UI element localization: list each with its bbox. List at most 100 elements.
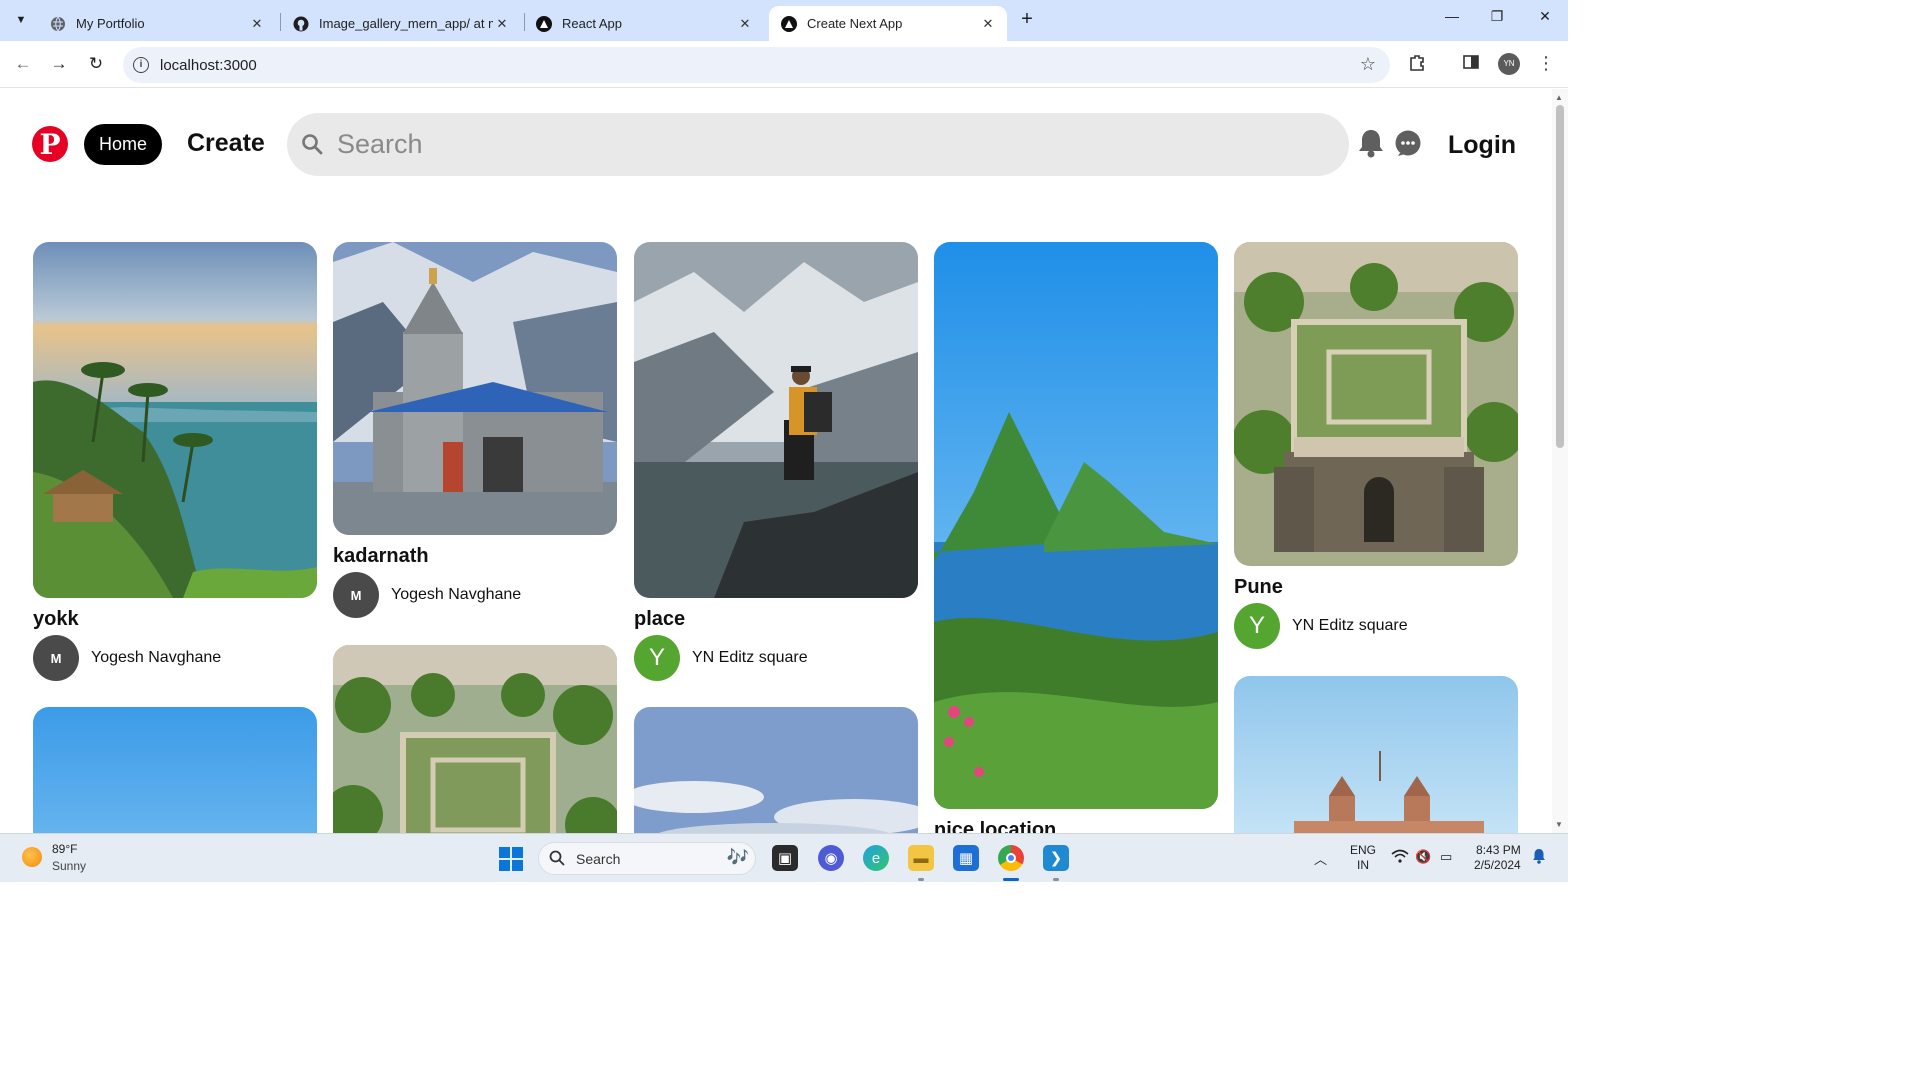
pin-author[interactable]: M Yogesh Navghane — [333, 572, 617, 618]
pin-image[interactable] — [333, 242, 617, 535]
github-icon — [293, 16, 309, 32]
avatar[interactable]: M — [33, 635, 79, 681]
pin-card[interactable]: yokk M Yogesh Navghane — [33, 242, 317, 681]
pin-card[interactable] — [33, 707, 317, 833]
close-tab-icon[interactable]: ✕ — [493, 16, 511, 32]
avatar[interactable]: M — [333, 572, 379, 618]
scrollbar-thumb[interactable] — [1556, 105, 1564, 448]
pin-image[interactable] — [934, 242, 1218, 809]
logo-letter: P — [39, 127, 61, 161]
language-indicator[interactable]: ENG IN — [1350, 843, 1376, 873]
author-name[interactable]: YN Editz square — [1292, 617, 1408, 635]
minimize-icon[interactable]: — — [1437, 8, 1467, 32]
chrome-browser-icon[interactable] — [998, 845, 1024, 871]
pin-card[interactable] — [634, 707, 918, 833]
profile-avatar[interactable]: YN — [1498, 53, 1520, 75]
new-tab-button[interactable]: + — [1016, 9, 1038, 31]
search-bar[interactable] — [287, 113, 1349, 176]
chevron-up-icon[interactable]: ︿ — [1314, 849, 1327, 868]
scroll-up-arrow-icon[interactable]: ▲ — [1555, 93, 1563, 102]
teams-chat-icon[interactable]: ◉ — [818, 845, 844, 871]
app-running-indicator — [918, 878, 924, 881]
wifi-icon[interactable] — [1391, 849, 1409, 866]
pin-author[interactable]: Y YN Editz square — [634, 635, 918, 681]
tab-title: Create Next App — [807, 16, 903, 31]
weather-condition[interactable]: Sunny — [52, 859, 86, 873]
login-link[interactable]: Login — [1448, 131, 1516, 160]
tab-search-button[interactable]: ▼ — [7, 7, 35, 33]
globe-icon — [50, 16, 66, 32]
address-bar[interactable]: i localhost:3000 ☆ — [123, 47, 1390, 83]
pin-image[interactable] — [1234, 676, 1518, 833]
pin-image[interactable] — [634, 242, 918, 598]
tab-my-portfolio[interactable]: My Portfolio ✕ — [38, 6, 276, 41]
app-active-indicator — [1003, 878, 1019, 881]
close-tab-icon[interactable]: ✕ — [979, 16, 997, 32]
tab-github[interactable]: Image_gallery_mern_app/ at ma ✕ — [281, 6, 521, 41]
extensions-icon[interactable] — [1406, 53, 1428, 75]
taskbar-search-label: Search — [576, 851, 621, 867]
pin-image[interactable] — [333, 645, 617, 833]
pin-image[interactable] — [1234, 242, 1518, 566]
pin-card[interactable]: nice location — [934, 242, 1218, 833]
vscode-icon[interactable]: ❯ — [1043, 845, 1069, 871]
pin-card[interactable] — [333, 645, 617, 833]
tab-create-next-app[interactable]: Create Next App ✕ — [769, 6, 1007, 41]
bookmark-star-icon[interactable]: ☆ — [1360, 54, 1376, 75]
avatar[interactable]: Y — [1234, 603, 1280, 649]
microsoft-store-icon[interactable]: ▦ — [953, 845, 979, 871]
triangle-icon — [536, 15, 552, 32]
battery-icon[interactable]: ▭ — [1440, 849, 1452, 865]
pin-image[interactable] — [33, 242, 317, 598]
pin-card[interactable] — [1234, 676, 1518, 833]
task-view-icon[interactable]: ▣ — [772, 845, 798, 871]
pin-card[interactable]: kadarnath M Yogesh Navghane — [333, 242, 617, 618]
page-scrollbar[interactable]: ▲ ▼ — [1552, 89, 1568, 833]
close-tab-icon[interactable]: ✕ — [736, 16, 754, 32]
pin-author[interactable]: M Yogesh Navghane — [33, 635, 317, 681]
address-url[interactable]: localhost:3000 — [160, 57, 257, 74]
forward-arrow-icon[interactable]: → — [48, 53, 70, 75]
site-info-icon[interactable]: i — [133, 57, 149, 73]
author-name[interactable]: Yogesh Navghane — [391, 586, 521, 604]
pinterest-logo-icon[interactable]: P — [32, 126, 68, 162]
pin-author[interactable]: Y YN Editz square — [1234, 603, 1518, 649]
author-name[interactable]: YN Editz square — [692, 649, 808, 667]
search-input[interactable] — [337, 125, 1317, 163]
avatar[interactable]: Y — [634, 635, 680, 681]
close-window-icon[interactable]: ✕ — [1530, 8, 1560, 32]
language-code: ENG — [1350, 843, 1377, 857]
windows-start-icon[interactable] — [499, 847, 523, 871]
taskbar-search-box[interactable]: Search 🎶 — [538, 842, 756, 875]
volume-muted-icon[interactable]: 🔇 — [1415, 849, 1431, 865]
pin-image[interactable] — [634, 707, 918, 833]
restore-icon[interactable]: ❐ — [1482, 8, 1512, 32]
tab-title: My Portfolio — [76, 16, 145, 31]
pin-card[interactable]: place Y YN Editz square — [634, 242, 918, 681]
scroll-down-arrow-icon[interactable]: ▼ — [1555, 820, 1563, 829]
app-running-indicator — [1053, 878, 1059, 881]
search-icon — [549, 850, 565, 871]
edge-browser-icon[interactable]: e — [863, 845, 889, 871]
author-name[interactable]: Yogesh Navghane — [91, 649, 221, 667]
browser-menu-icon[interactable]: ⋮ — [1535, 53, 1557, 75]
weather-sun-icon[interactable] — [22, 847, 42, 867]
notification-bell-icon[interactable] — [1532, 848, 1546, 867]
pin-image[interactable] — [33, 707, 317, 833]
clock-date: 2/5/2024 — [1474, 858, 1521, 872]
tab-react-app[interactable]: React App ✕ — [524, 6, 764, 41]
home-button[interactable]: Home — [84, 124, 162, 165]
triangle-icon — [781, 15, 797, 32]
messages-icon[interactable] — [1394, 129, 1422, 162]
clock-time: 8:43 PM — [1476, 843, 1521, 857]
notification-bell-icon[interactable] — [1356, 127, 1386, 164]
system-clock[interactable]: 8:43 PM 2/5/2024 — [1474, 843, 1521, 873]
create-link[interactable]: Create — [187, 129, 265, 158]
side-panel-icon[interactable] — [1460, 53, 1482, 75]
weather-temperature[interactable]: 89°F — [52, 842, 77, 856]
reload-icon[interactable]: ↻ — [85, 53, 107, 75]
pin-card[interactable]: Pune Y YN Editz square — [1234, 242, 1518, 649]
close-tab-icon[interactable]: ✕ — [248, 16, 266, 32]
file-explorer-icon[interactable]: ▬ — [908, 845, 934, 871]
back-arrow-icon[interactable]: ← — [12, 53, 34, 75]
